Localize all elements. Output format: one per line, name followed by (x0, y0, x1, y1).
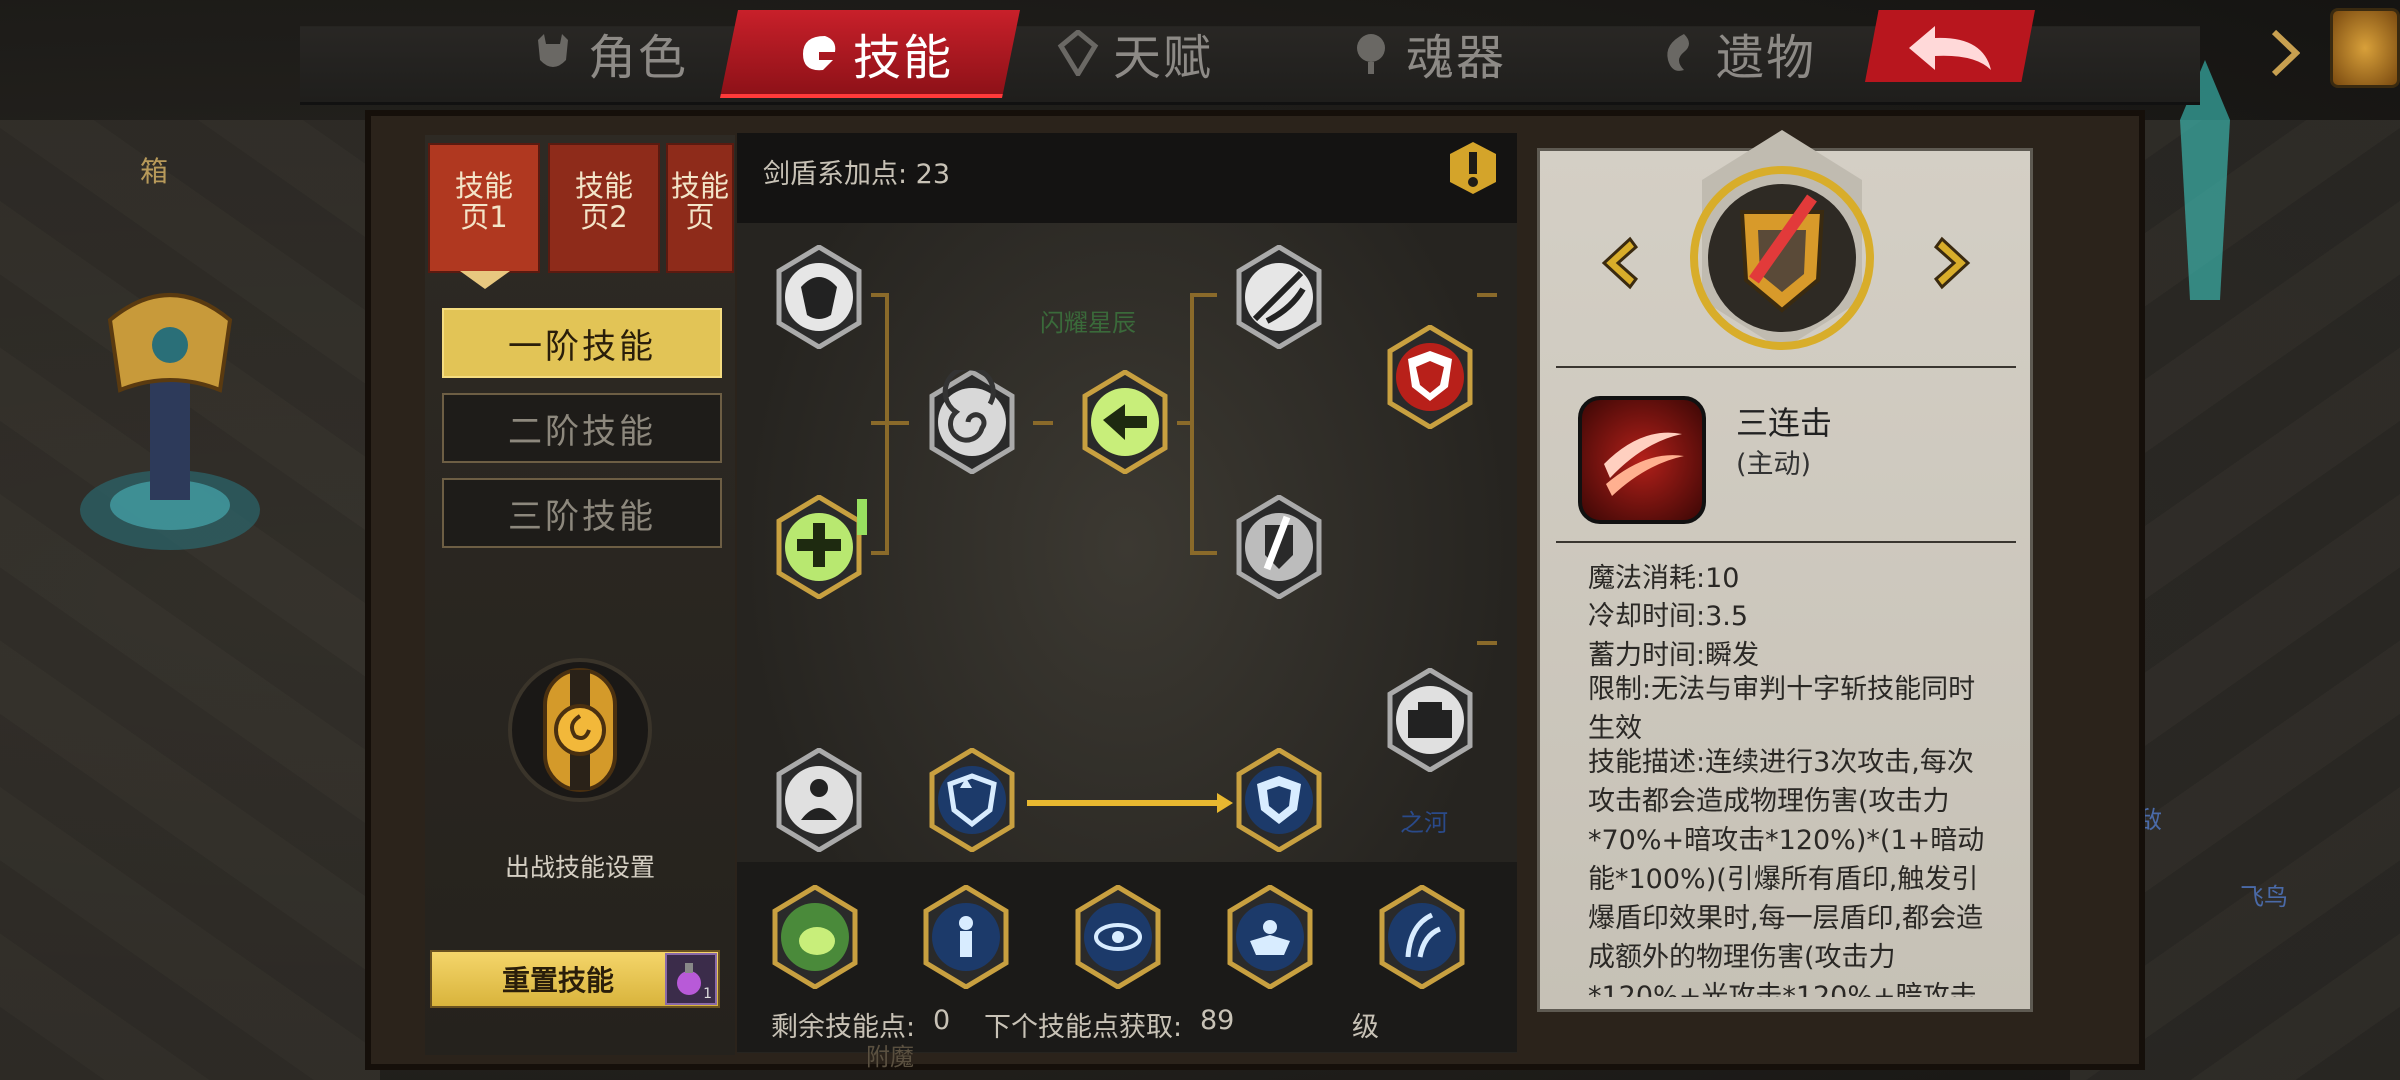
background-label: 飞鸟 (2240, 883, 2288, 911)
skill-category-emblem (1690, 130, 1874, 350)
character-icon (530, 30, 576, 76)
passive-node-guardian[interactable] (914, 885, 1018, 989)
skill-icon (795, 30, 841, 76)
tab-skills[interactable]: 技能 (795, 18, 953, 88)
skill-page-tab-2[interactable]: 技能 页2 (548, 143, 660, 273)
skill-name: 三连击 (1736, 404, 1833, 442)
passive-node-claw[interactable] (1370, 885, 1474, 989)
previous-skill-chevron-icon[interactable] (1596, 235, 1646, 291)
divider (1556, 366, 2016, 368)
page-tab-label: 技能 页2 (574, 169, 633, 234)
tier-2-skills-button[interactable]: 二阶技能 (442, 393, 722, 463)
tab-label: 魂器 (1406, 30, 1507, 86)
tab-label: 天赋 (1113, 30, 1214, 86)
skill-type: (主动) (1736, 449, 1812, 480)
tab-label: 技能 (853, 30, 954, 86)
reset-skills-label: 重置技能 (502, 964, 615, 997)
next-skill-chevron-icon[interactable] (1926, 235, 1976, 291)
stat-value: 3.5 (1705, 601, 1749, 632)
background-statue (80, 293, 260, 550)
remaining-points-value: 0 (933, 1005, 951, 1036)
passive-node-regen[interactable] (763, 885, 867, 989)
skill-node-shield-flame[interactable] (1378, 325, 1482, 429)
tab-relic[interactable]: 遗物 (1658, 18, 1816, 88)
stat-label: 魔法消耗: (1588, 563, 1706, 594)
talent-icon (1055, 30, 1101, 76)
skill-node-shield-up[interactable] (920, 748, 1024, 852)
page-tab-label: 技能 页 (670, 169, 729, 234)
skill-page-tab-3[interactable]: 技能 页 (666, 143, 734, 273)
info-icon[interactable] (1448, 140, 1498, 196)
reset-potion-icon: 1 (665, 953, 717, 1005)
tier-3-skills-button[interactable]: 三阶技能 (442, 478, 722, 548)
battle-skill-emblem-icon[interactable] (505, 650, 655, 810)
battle-skill-setting-label[interactable]: 出战技能设置 (470, 848, 690, 884)
reset-cost: 1 (703, 986, 712, 1002)
skill-node-meditate[interactable] (767, 748, 871, 852)
background-sign: 箱 (140, 155, 169, 188)
back-button[interactable] (1895, 18, 2005, 78)
stat-label: 冷却时间: (1588, 601, 1706, 632)
tier-1-skills-button[interactable]: 一阶技能 (442, 308, 722, 378)
passive-node-eye[interactable] (1066, 885, 1170, 989)
passive-node-bless[interactable] (1218, 885, 1322, 989)
skill-node-fortress[interactable] (1378, 668, 1482, 772)
stat-label: 蓄力时间: (1588, 640, 1706, 671)
soul-vessel-icon (1348, 30, 1394, 76)
skill-node-burst[interactable] (1073, 370, 1177, 474)
tab-label: 遗物 (1716, 30, 1817, 86)
divider (1556, 541, 2016, 543)
stat-value: 瞬发 (1705, 640, 1760, 671)
tab-character[interactable]: 角色 (530, 18, 688, 88)
sword-shield-points: 剑盾系加点: 23 (763, 159, 951, 190)
page-tab-label: 技能 页1 (454, 169, 513, 234)
tab-talent[interactable]: 天赋 (1055, 18, 1213, 88)
mana-cost-row: 魔法消耗:10 (1588, 556, 1739, 595)
tab-label: 角色 (588, 30, 689, 86)
skill-restriction: 限制:无法与审判十字斩技能同时生效 (1588, 674, 1976, 744)
background-floor-left (0, 120, 380, 1080)
skill-node-shield-burst[interactable] (1227, 748, 1331, 852)
skill-page-tab-1[interactable]: 技能 页1 (428, 143, 540, 289)
skill-node-heal[interactable] (767, 495, 871, 599)
skill-description-scroll[interactable]: 技能描述:连续进行3次攻击,每次攻击都会造成物理伤害(攻击力*70%+暗攻击*1… (1588, 743, 2008, 997)
level-suffix: 级 (1352, 1012, 1379, 1043)
skill-node-sword-shield[interactable] (1227, 495, 1331, 599)
cooldown-row: 冷却时间:3.5 (1588, 594, 1748, 633)
next-point-level: 89 (1200, 1005, 1235, 1036)
relic-icon (1658, 30, 1704, 76)
stat-value: 10 (1705, 563, 1740, 594)
scene-text: 附魔 (866, 1043, 914, 1071)
charge-time-row: 蓄力时间:瞬发 (1588, 633, 1759, 672)
skill-node-vortex[interactable] (920, 370, 1024, 474)
triple-strike-skill-icon (1578, 396, 1706, 524)
treasure-chest-button[interactable] (2330, 8, 2400, 88)
next-point-label: 下个技能点获取: (984, 1012, 1183, 1043)
skill-description: 技能描述:连续进行3次攻击,每次攻击都会造成物理伤害(攻击力*70%+暗攻击*1… (1588, 747, 1985, 997)
skill-node-roar[interactable] (767, 245, 871, 349)
skill-node-slash[interactable] (1227, 245, 1331, 349)
tab-soul-vessel[interactable]: 魂器 (1348, 18, 1506, 88)
chevron-right-icon[interactable] (2270, 28, 2300, 78)
